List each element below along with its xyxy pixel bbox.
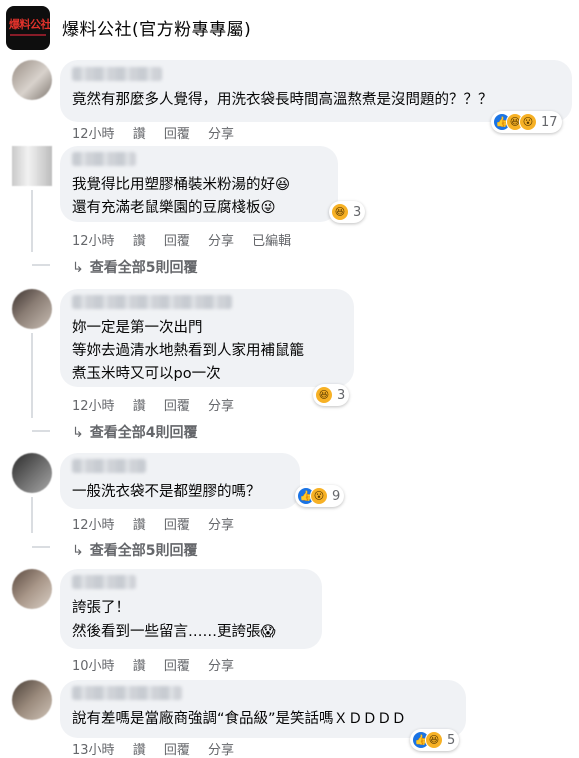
haha-icon: 😆 [331, 203, 349, 221]
view-replies-label: 查看全部4則回覆 [89, 425, 198, 441]
share-button[interactable]: 分享 [208, 399, 234, 414]
share-button[interactable]: 分享 [208, 234, 234, 249]
reaction-count: 17 [541, 114, 558, 130]
comment-text: 還有充滿老鼠樂園的豆腐棧板😜 [72, 200, 276, 216]
comment-time[interactable]: 10小時 [72, 659, 115, 674]
comment-text: 然後看到一些留言……更誇張😱 [72, 624, 276, 640]
comment-text: 說有差嗎是當廠商強調“食品級”是笑話嗎ＸＤＤＤＤ [72, 711, 407, 727]
reaction-count: 3 [337, 387, 346, 403]
comment-text: 妳一定是第一次出門 [72, 320, 203, 336]
comment-time[interactable]: 12小時 [72, 518, 115, 533]
like-button[interactable]: 讚 [133, 743, 146, 758]
reply-thread-line [31, 497, 33, 533]
edited-label: 已編輯 [252, 234, 292, 249]
commenter-avatar[interactable] [12, 453, 52, 493]
view-replies-link[interactable]: ↳ 查看全部5則回覆 [72, 257, 197, 277]
comment-time[interactable]: 12小時 [72, 399, 115, 414]
haha-icon: 😆 [315, 386, 333, 404]
comment-actions: 12小時 讚 回覆 分享 [72, 514, 248, 533]
reply-button[interactable]: 回覆 [164, 518, 190, 533]
share-button[interactable]: 分享 [208, 743, 234, 758]
share-button[interactable]: 分享 [208, 518, 234, 533]
haha-icon: 😆 [425, 731, 443, 749]
commenter-name-blurred[interactable] [72, 575, 136, 589]
page-header: 爆料公社 爆料公社(官方粉專專屬) [0, 0, 579, 55]
comment-text: 等妳去過清水地熱看到人家用補鼠籠 [72, 343, 304, 359]
reply-arrow-icon: ↳ [72, 425, 84, 441]
view-replies-link[interactable]: ↳ 查看全部5則回覆 [72, 540, 197, 560]
comment-time[interactable]: 12小時 [72, 234, 115, 249]
reply-button[interactable]: 回覆 [164, 659, 190, 674]
reaction-summary[interactable]: 😆 3 [313, 384, 350, 406]
commenter-name-blurred[interactable] [72, 686, 182, 700]
page-logo[interactable]: 爆料公社 [6, 6, 50, 50]
commenter-avatar[interactable] [12, 680, 52, 720]
view-replies-link[interactable]: ↳ 查看全部4則回覆 [72, 422, 197, 442]
comment-actions: 12小時 讚 回覆 分享 已編輯 [72, 230, 305, 249]
commenter-name-blurred[interactable] [72, 459, 146, 473]
comment-actions: 10小時 讚 回覆 分享 [72, 655, 248, 674]
commenter-avatar[interactable] [12, 569, 52, 609]
reaction-count: 3 [353, 204, 362, 220]
comment-text: 我覺得比用塑膠桶裝米粉湯的好😆 [72, 177, 291, 193]
reply-button[interactable]: 回覆 [164, 743, 190, 758]
logo-text: 爆料公社 [9, 18, 50, 31]
reply-arrow-icon: ↳ [72, 543, 84, 559]
reaction-summary[interactable]: 👍 😮 9 [295, 485, 345, 507]
reaction-count: 5 [447, 732, 456, 748]
reaction-count: 9 [332, 488, 341, 504]
commenter-name-blurred[interactable] [72, 295, 232, 309]
reply-thread-line [31, 190, 33, 252]
like-button[interactable]: 讚 [133, 234, 146, 249]
wow-icon: 😮 [310, 487, 328, 505]
reply-thread-line [31, 333, 33, 418]
comment-text: 一般洗衣袋不是都塑膠的嗎？ [72, 484, 261, 500]
like-button[interactable]: 讚 [133, 399, 146, 414]
comment-actions: 12小時 讚 回覆 分享 [72, 123, 248, 142]
reaction-summary[interactable]: 👍 😆 5 [410, 729, 460, 751]
share-button[interactable]: 分享 [208, 127, 234, 142]
wow-icon: 😮 [519, 113, 537, 131]
reaction-summary[interactable]: 👍 😆 😮 17 [491, 111, 562, 133]
comment-text: 誇張了！ [72, 600, 130, 616]
comment-time[interactable]: 12小時 [72, 127, 115, 142]
commenter-avatar[interactable] [12, 289, 52, 329]
commenter-avatar[interactable] [12, 146, 52, 186]
like-button[interactable]: 讚 [133, 518, 146, 533]
reply-connector [32, 546, 50, 548]
like-button[interactable]: 讚 [133, 127, 146, 142]
commenter-avatar[interactable] [12, 60, 52, 100]
comment-text: 煮玉米時又可以po一次 [72, 366, 221, 382]
reply-button[interactable]: 回覆 [164, 127, 190, 142]
comment-actions: 13小時 讚 回覆 分享 [72, 739, 248, 758]
view-replies-label: 查看全部5則回覆 [89, 543, 198, 559]
logo-underline [10, 34, 46, 36]
commenter-name-blurred[interactable] [72, 67, 162, 81]
share-button[interactable]: 分享 [208, 659, 234, 674]
page-name[interactable]: 爆料公社(官方粉專專屬) [62, 15, 251, 40]
comment-actions: 12小時 讚 回覆 分享 [72, 395, 248, 414]
reply-arrow-icon: ↳ [72, 260, 84, 276]
reaction-summary[interactable]: 😆 3 [329, 201, 366, 223]
reply-connector [32, 264, 50, 266]
like-button[interactable]: 讚 [133, 659, 146, 674]
comment-text: 竟然有那麼多人覺得，用洗衣袋長時間高溫熬煮是沒問題的？？？ [72, 92, 493, 108]
view-replies-label: 查看全部5則回覆 [89, 260, 198, 276]
reply-button[interactable]: 回覆 [164, 234, 190, 249]
reply-connector [32, 430, 50, 432]
reply-button[interactable]: 回覆 [164, 399, 190, 414]
commenter-name-blurred[interactable] [72, 152, 136, 166]
comment-time[interactable]: 13小時 [72, 743, 115, 758]
